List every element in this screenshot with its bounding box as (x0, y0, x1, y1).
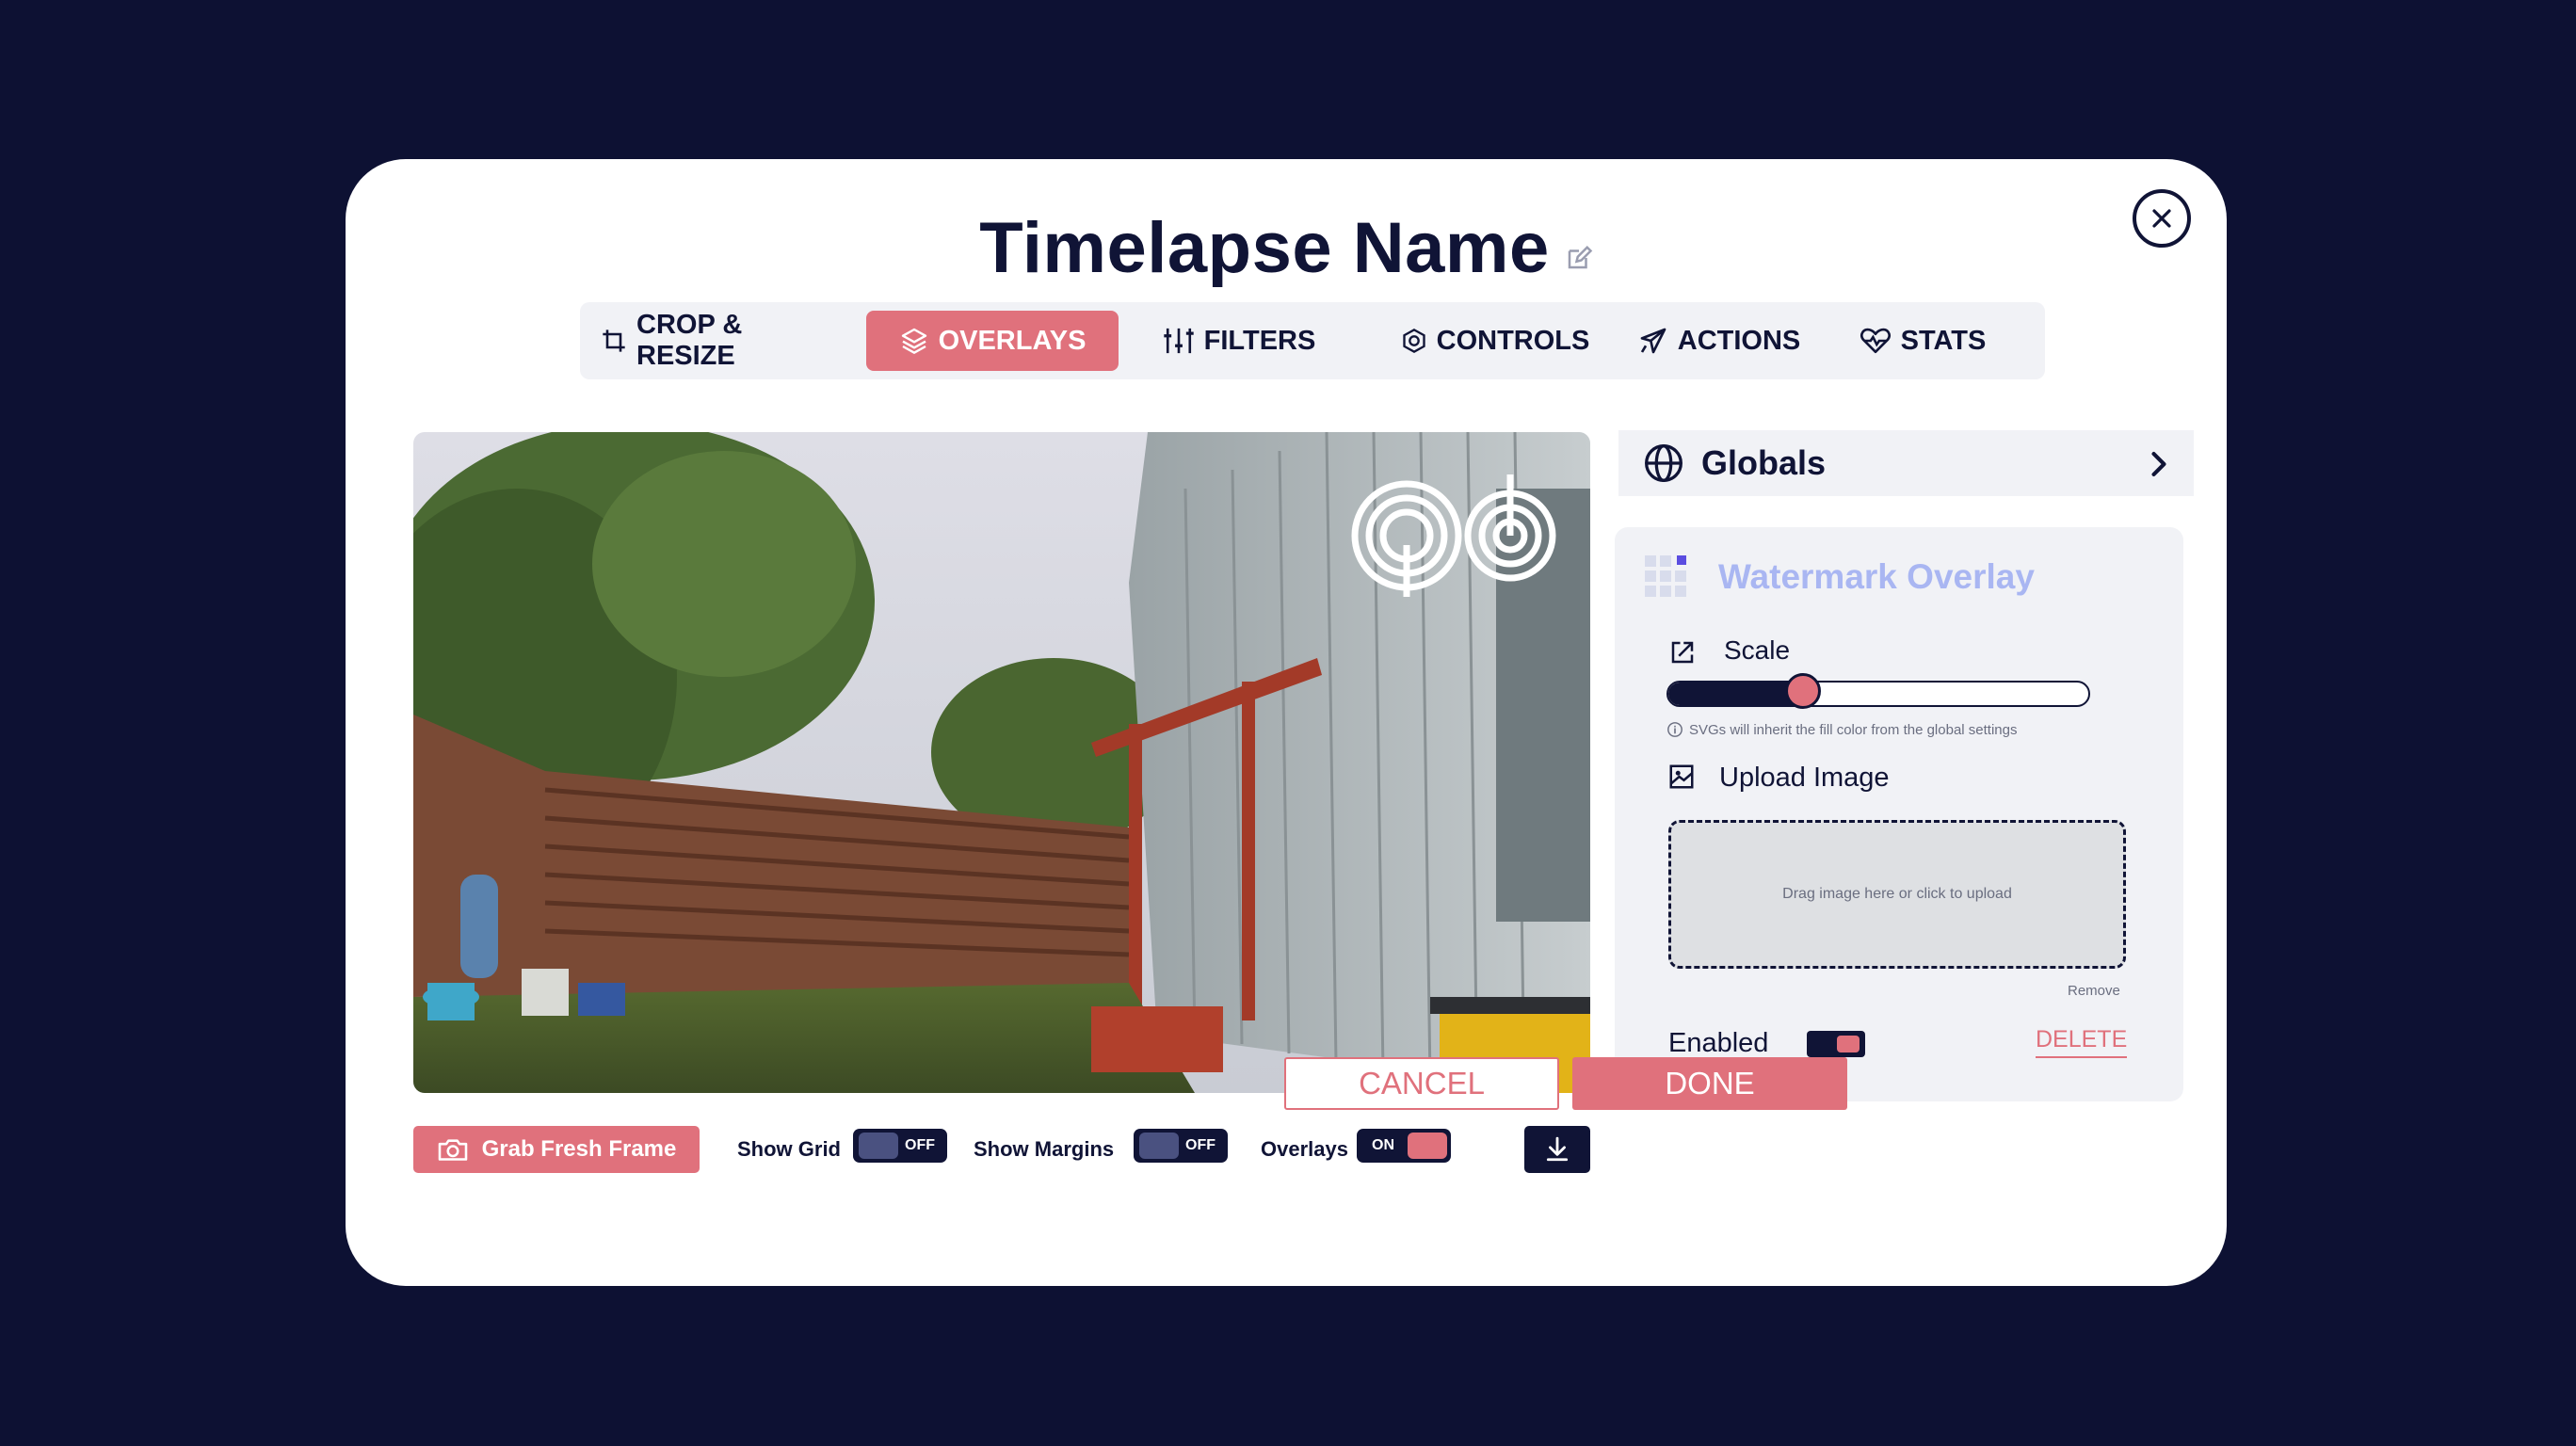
image-icon (1669, 764, 1694, 789)
tab-filters[interactable]: FILTERS (1145, 311, 1333, 371)
close-icon (2152, 209, 2171, 228)
close-button[interactable] (2133, 189, 2191, 248)
plane-icon (1640, 328, 1666, 354)
edit-icon[interactable] (1565, 244, 1593, 272)
show-margins-toggle[interactable]: OFF (1134, 1129, 1228, 1163)
tab-crop-resize[interactable]: CROP & RESIZE (601, 310, 836, 371)
editor-modal: Timelapse Name CROP & RESIZE OVERLAYS FI… (346, 159, 2227, 1286)
delete-button[interactable]: DELETE (2036, 1026, 2128, 1058)
cancel-button[interactable]: CANCEL (1284, 1057, 1559, 1110)
overlays-label: Overlays (1261, 1137, 1348, 1161)
remove-link[interactable]: Remove (2068, 983, 2120, 999)
info-icon (1667, 722, 1682, 737)
upload-dropzone[interactable]: Drag image here or click to upload (1668, 820, 2126, 969)
show-grid-label: Show Grid (737, 1137, 841, 1161)
tab-label: OVERLAYS (938, 325, 1087, 356)
scale-icon (1671, 641, 1694, 664)
layers-icon (901, 328, 926, 354)
camera-frame-image (413, 432, 1590, 1093)
sliders-icon (1163, 328, 1194, 354)
done-button[interactable]: DONE (1572, 1057, 1847, 1110)
tab-label: ACTIONS (1677, 325, 1801, 356)
globals-section-header[interactable]: Globals (1618, 430, 2194, 496)
crop-icon (603, 329, 625, 352)
tab-bar: CROP & RESIZE OVERLAYS FILTERS CONTROLS (580, 302, 2045, 379)
slider-fill (1668, 683, 1803, 705)
toggle-state: ON (1372, 1137, 1394, 1153)
cancel-label: CANCEL (1359, 1066, 1485, 1101)
preview-toolbar: Grab Fresh Frame Show Grid OFF Show Marg… (413, 1126, 1590, 1173)
grab-label: Grab Fresh Frame (481, 1136, 677, 1162)
globe-icon (1645, 444, 1682, 482)
download-button[interactable] (1524, 1126, 1590, 1173)
done-label: DONE (1665, 1066, 1755, 1101)
toggle-knob (1408, 1133, 1447, 1159)
watermark-title: Watermark Overlay (1718, 557, 2035, 596)
tab-overlays[interactable]: OVERLAYS (866, 311, 1119, 371)
enabled-toggle[interactable] (1807, 1031, 1865, 1057)
camera-icon (438, 1139, 467, 1161)
toggle-knob (1837, 1036, 1860, 1052)
watermark-grid-icon (1645, 555, 1686, 597)
hint-text: SVGs will inherit the fill color from th… (1689, 721, 2018, 738)
tab-controls[interactable]: CONTROLS (1395, 311, 1595, 371)
toggle-state: OFF (1185, 1137, 1216, 1153)
grab-fresh-frame-button[interactable]: Grab Fresh Frame (413, 1126, 700, 1173)
show-grid-toggle[interactable]: OFF (853, 1129, 947, 1163)
toggle-state: OFF (905, 1137, 935, 1153)
tab-label: STATS (1900, 325, 1987, 356)
tab-label: FILTERS (1203, 325, 1316, 356)
scale-label: Scale (1724, 635, 1791, 665)
frame-preview[interactable] (413, 432, 1590, 1093)
globals-label: Globals (1701, 443, 1827, 482)
tab-label: CROP & RESIZE (636, 310, 743, 371)
title-row: Timelapse Name (346, 201, 2227, 295)
overlays-toggle[interactable]: ON (1357, 1129, 1451, 1163)
toggle-knob (1139, 1133, 1179, 1159)
scale-slider[interactable] (1666, 673, 2090, 709)
show-margins-label: Show Margins (974, 1137, 1115, 1161)
dropzone-text: Drag image here or click to upload (1782, 886, 2012, 902)
scale-hint: SVGs will inherit the fill color from th… (1666, 721, 2017, 738)
upload-image-label: Upload Image (1719, 763, 1890, 793)
tab-actions[interactable]: ACTIONS (1625, 311, 1813, 371)
page-title: Timelapse Name (979, 207, 1550, 288)
tab-stats[interactable]: STATS (1842, 311, 2004, 371)
toggle-knob (859, 1133, 898, 1159)
hexagon-icon (1402, 328, 1425, 354)
enabled-label: Enabled (1668, 1028, 1769, 1058)
watermark-overlay-panel: Watermark Overlay Scale SVGs will inheri… (1615, 527, 2183, 1101)
tab-label: CONTROLS (1436, 325, 1590, 356)
download-icon (1546, 1136, 1569, 1162)
slider-thumb[interactable] (1785, 673, 1821, 709)
heart-pulse-icon (1860, 328, 1891, 354)
chevron-right-icon (2151, 452, 2166, 476)
